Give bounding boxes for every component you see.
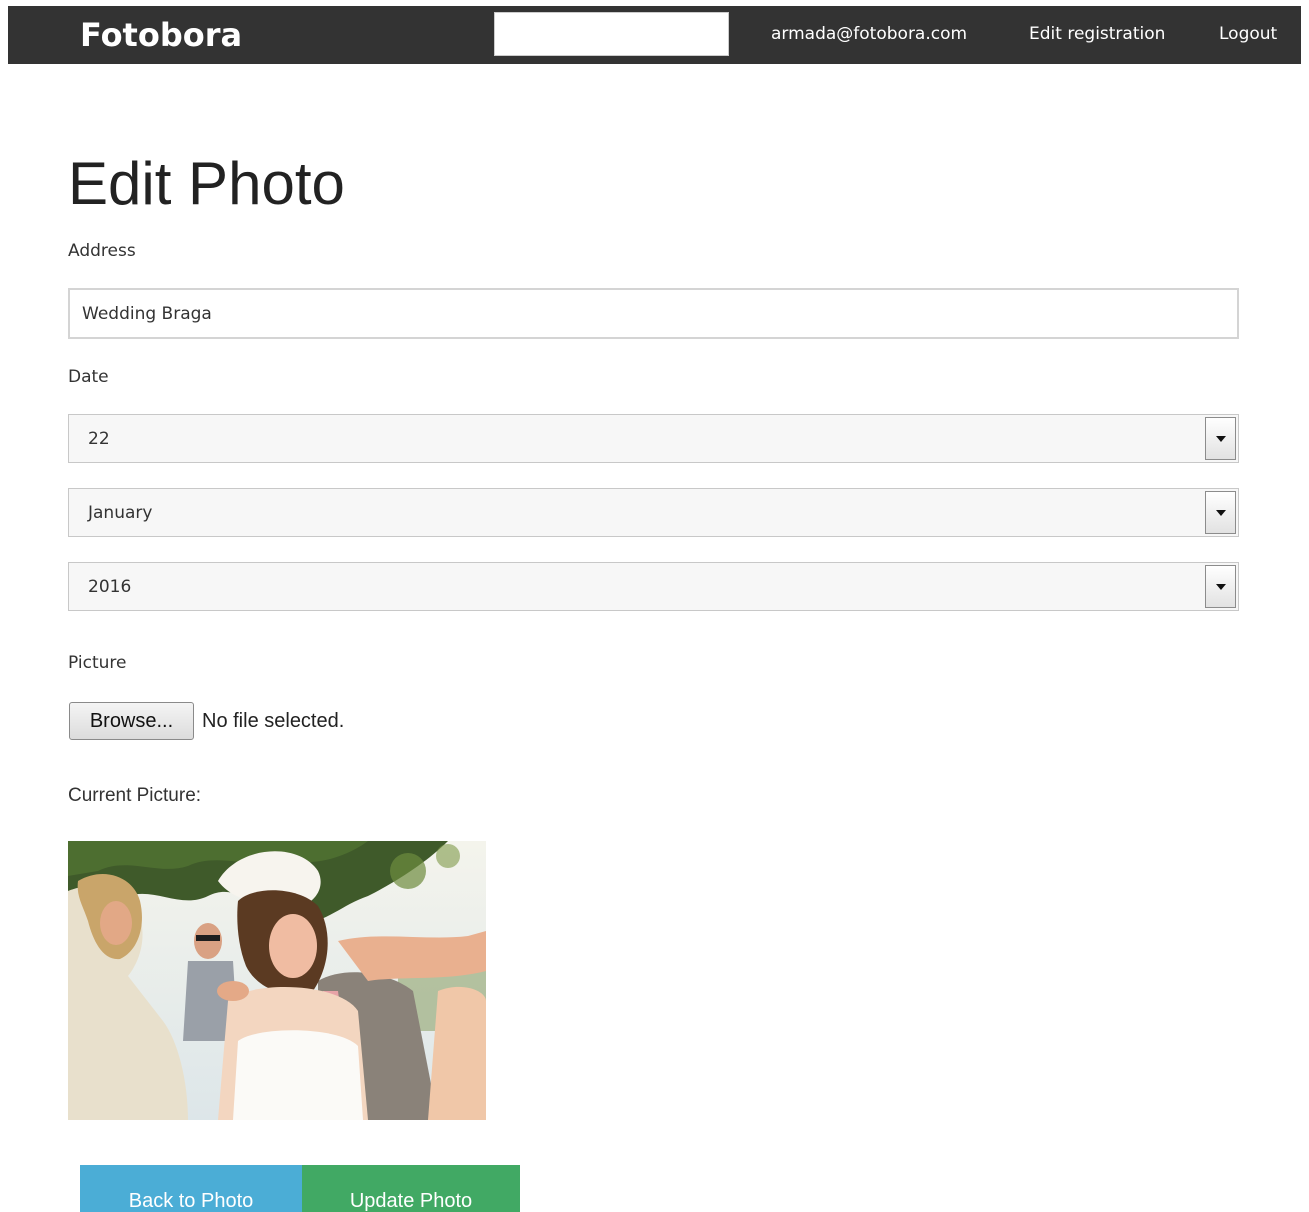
browse-button[interactable]: Browse... — [69, 702, 194, 740]
current-picture-label: Current Picture: — [68, 785, 202, 806]
page-title: Edit Photo — [68, 150, 345, 217]
edit-registration-link[interactable]: Edit registration — [1029, 23, 1165, 45]
day-select[interactable]: 22 — [68, 414, 1239, 463]
year-select-value: 2016 — [88, 577, 132, 597]
update-photo-button[interactable]: Update Photo — [302, 1165, 520, 1212]
month-select-value: January — [88, 503, 153, 523]
current-picture-image — [68, 841, 486, 1120]
picture-label: Picture — [68, 653, 127, 673]
chevron-down-icon[interactable] — [1205, 491, 1236, 534]
day-select-value: 22 — [88, 429, 110, 449]
chevron-down-icon[interactable] — [1205, 565, 1236, 608]
month-select[interactable]: January — [68, 488, 1239, 537]
date-label: Date — [68, 367, 109, 387]
wedding-photo — [68, 841, 486, 1120]
brand-logo[interactable]: Fotobora — [80, 17, 242, 53]
search-input[interactable] — [494, 12, 729, 56]
year-select[interactable]: 2016 — [68, 562, 1239, 611]
navbar: Fotobora armada@fotobora.com Edit regist… — [8, 6, 1301, 64]
back-to-photo-button[interactable]: Back to Photo — [80, 1165, 302, 1212]
chevron-down-icon[interactable] — [1205, 417, 1236, 460]
file-status: No file selected. — [202, 710, 345, 732]
user-email-link[interactable]: armada@fotobora.com — [771, 23, 967, 45]
logout-link[interactable]: Logout — [1219, 23, 1277, 45]
address-field[interactable] — [68, 288, 1239, 339]
address-label: Address — [68, 241, 136, 261]
page: Fotobora armada@fotobora.com Edit regist… — [0, 0, 1309, 1212]
